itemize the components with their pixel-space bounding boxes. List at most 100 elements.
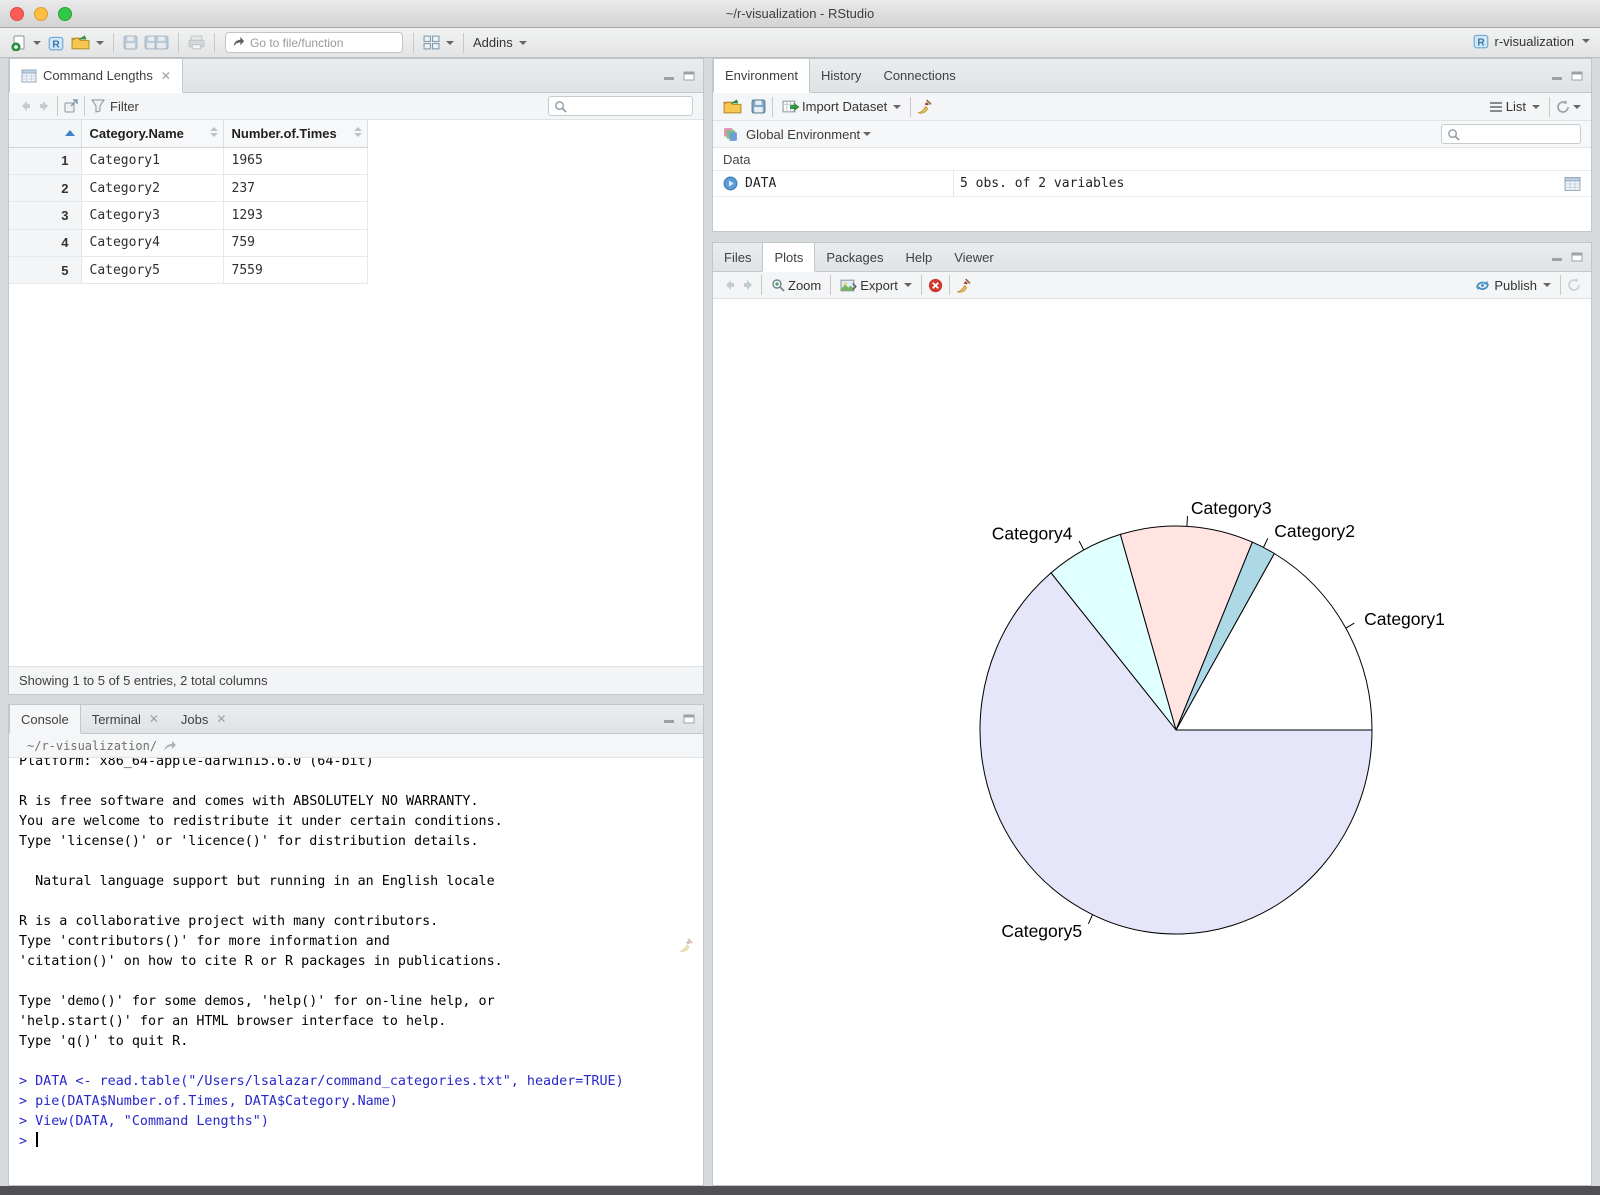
table-row[interactable]: 5 Category5 7559 [9, 256, 368, 285]
maximize-pane-icon[interactable] [1571, 252, 1583, 262]
minimize-pane-icon[interactable] [1551, 252, 1563, 262]
save-button[interactable] [120, 33, 141, 52]
goto-file-search[interactable] [225, 32, 403, 53]
minimize-window-button[interactable] [34, 7, 48, 21]
nav-forward-icon[interactable] [39, 100, 51, 112]
tab-console[interactable]: Console [9, 705, 81, 734]
maximize-pane-icon[interactable] [1571, 71, 1583, 81]
table-cell[interactable]: 237 [223, 174, 368, 203]
search-icon [554, 100, 567, 113]
tab-files[interactable]: Files [713, 243, 762, 271]
goto-file-input[interactable] [250, 35, 396, 50]
import-dataset-button[interactable]: Import Dataset [779, 97, 904, 116]
minimize-pane-icon[interactable] [663, 71, 675, 81]
clear-environment-broom-icon[interactable] [917, 99, 932, 114]
tab-viewer[interactable]: Viewer [943, 243, 1005, 271]
table-cell[interactable]: 4 [9, 229, 82, 258]
table-cell[interactable]: Category2 [81, 174, 224, 203]
environment-object-row[interactable]: DATA 5 obs. of 2 variables [713, 171, 1591, 197]
close-tab-icon[interactable]: ✕ [161, 69, 171, 83]
save-all-button[interactable] [141, 33, 172, 52]
environment-view-mode-button[interactable]: List [1486, 97, 1543, 116]
column-header-number-of-times[interactable]: Number.of.Times [223, 120, 368, 148]
console-output-line: Natural language support but running in … [19, 874, 495, 889]
tab-connections[interactable]: Connections [872, 59, 966, 92]
table-row[interactable]: 3 Category3 1293 [9, 201, 368, 230]
console-cursor[interactable] [36, 1132, 39, 1147]
minimize-pane-icon[interactable] [663, 714, 675, 724]
table-row[interactable]: 4 Category4 759 [9, 229, 368, 258]
data-viewer-search-input[interactable] [571, 99, 726, 113]
clear-plots-broom-icon[interactable] [956, 278, 971, 293]
data-viewer-search[interactable] [548, 96, 726, 116]
table-cell[interactable]: Category4 [81, 229, 224, 258]
goto-directory-icon[interactable] [163, 740, 177, 752]
table-cell[interactable]: 1 [9, 147, 82, 175]
table-cell[interactable]: Category5 [81, 256, 224, 285]
filter-funnel-icon[interactable] [91, 99, 105, 113]
publish-plot-button[interactable]: Publish [1471, 276, 1554, 295]
pie-label-category1: Category1 [1364, 609, 1445, 629]
pie-label-category2: Category2 [1274, 521, 1355, 541]
row-number-header[interactable] [9, 120, 82, 148]
workspace-panes-button[interactable] [420, 33, 457, 52]
save-workspace-icon[interactable] [751, 99, 766, 114]
environment-search-input[interactable] [1464, 127, 1600, 141]
table-cell[interactable]: 5 [9, 256, 82, 285]
environment-scope-selector[interactable]: Global Environment [746, 127, 860, 142]
table-cell[interactable]: 2 [9, 174, 82, 203]
nav-back-icon[interactable] [19, 100, 31, 112]
pie-label-tick [1078, 540, 1085, 551]
table-row[interactable]: 2 Category2 237 [9, 174, 368, 203]
tab-command-lengths[interactable]: Command Lengths ✕ [9, 59, 183, 93]
view-data-grid-icon[interactable] [1564, 176, 1581, 191]
load-workspace-icon[interactable] [723, 99, 742, 114]
tab-terminal[interactable]: Terminal ✕ [81, 705, 170, 733]
table-cell[interactable]: 7559 [223, 256, 368, 285]
refresh-environment-icon[interactable] [1556, 100, 1570, 114]
project-menu-button[interactable]: r-visualization [1472, 32, 1590, 50]
maximize-pane-icon[interactable] [683, 714, 695, 724]
console-output[interactable]: Platform: x86_64-apple-darwin15.6.0 (64-… [9, 758, 703, 1185]
new-file-button[interactable] [8, 33, 44, 53]
close-tab-icon[interactable]: ✕ [149, 712, 159, 726]
zoom-window-button[interactable] [58, 7, 72, 21]
zoom-plot-button[interactable]: Zoom [768, 276, 824, 295]
pie-label-category4: Category4 [992, 524, 1073, 544]
expand-object-icon[interactable] [723, 176, 738, 191]
column-header-category-name[interactable]: Category.Name [81, 120, 224, 148]
close-window-button[interactable] [10, 7, 24, 21]
refresh-plot-icon[interactable] [1567, 278, 1581, 292]
new-project-button[interactable] [44, 32, 68, 54]
export-plot-button[interactable]: Export [837, 276, 915, 295]
open-file-button[interactable] [68, 33, 107, 52]
table-cell[interactable]: Category1 [81, 147, 224, 175]
environment-search[interactable] [1441, 124, 1600, 144]
addins-button[interactable]: Addins [470, 33, 530, 52]
tab-packages[interactable]: Packages [815, 243, 894, 271]
tab-jobs[interactable]: Jobs ✕ [170, 705, 238, 733]
open-in-new-window-icon[interactable] [64, 99, 78, 113]
table-cell[interactable]: 1965 [223, 147, 368, 175]
next-plot-icon[interactable] [743, 279, 755, 291]
table-cell[interactable]: Category3 [81, 201, 224, 230]
console-command-text: View(DATA, "Command Lengths") [35, 1114, 269, 1129]
console-output-line: R is a collaborative project with many c… [19, 914, 439, 929]
table-cell[interactable]: 1293 [223, 201, 368, 230]
tab-help[interactable]: Help [894, 243, 943, 271]
table-cell[interactable]: 3 [9, 201, 82, 230]
maximize-pane-icon[interactable] [683, 71, 695, 81]
tab-plots[interactable]: Plots [762, 243, 816, 272]
previous-plot-icon[interactable] [723, 279, 735, 291]
toolbar-separator [910, 96, 912, 117]
minimize-pane-icon[interactable] [1551, 71, 1563, 81]
filter-button[interactable]: Filter [110, 99, 139, 114]
remove-plot-icon[interactable] [928, 278, 943, 293]
table-row[interactable]: 1 Category1 1965 [9, 147, 368, 175]
tab-history[interactable]: History [810, 59, 872, 92]
print-button[interactable] [185, 33, 208, 52]
tab-environment[interactable]: Environment [713, 59, 810, 93]
table-cell[interactable]: 759 [223, 229, 368, 258]
close-tab-icon[interactable]: ✕ [216, 712, 226, 726]
